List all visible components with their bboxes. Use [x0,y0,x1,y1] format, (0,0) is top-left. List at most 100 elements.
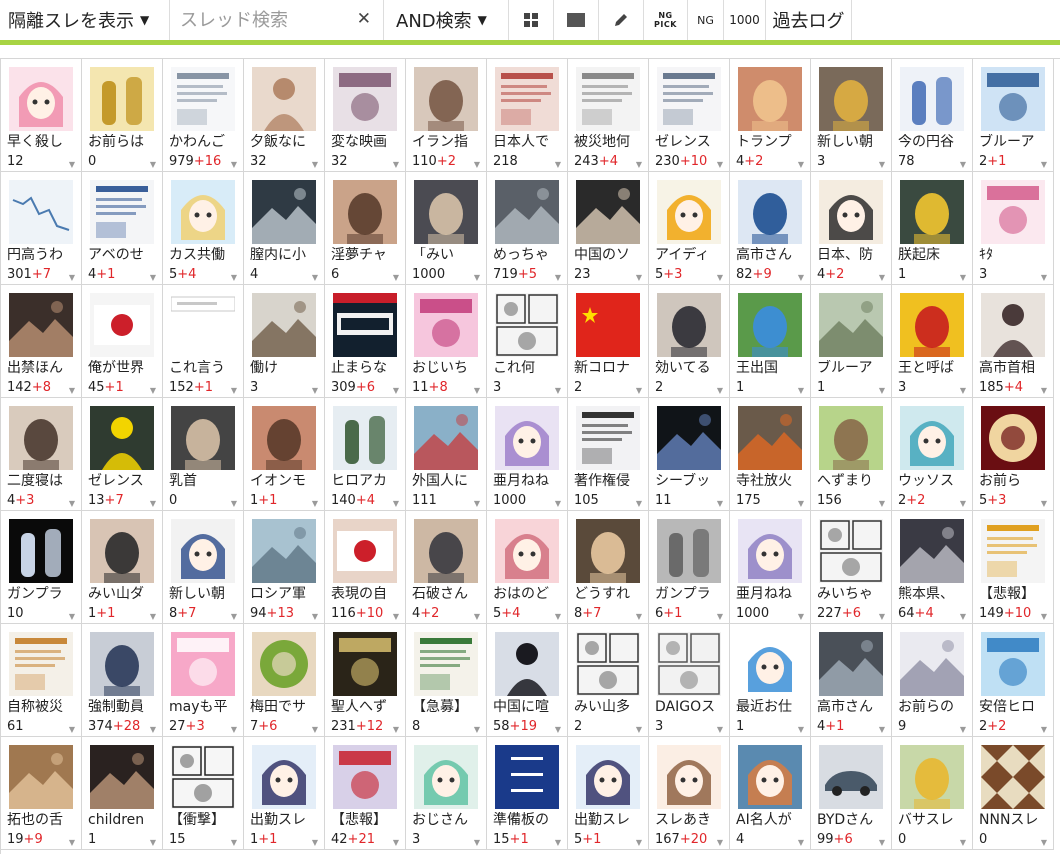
thread-thumbnail[interactable] [9,519,73,583]
thread-menu-icon[interactable]: ▼ [231,160,237,169]
thread-thumbnail[interactable] [576,632,640,696]
thread-title[interactable]: 日本、防 [817,247,889,264]
thread-thumbnail[interactable] [900,519,964,583]
thread-cell[interactable]: おじさん 3 ▼ [406,737,487,850]
thread-cell[interactable]: 膣内に小 4 ▼ [244,172,325,285]
thread-cell[interactable]: 乳首 0 ▼ [163,398,244,511]
thread-menu-icon[interactable]: ▼ [798,273,804,282]
thread-thumbnail[interactable] [90,745,154,809]
thread-thumbnail[interactable] [9,745,73,809]
thread-thumbnail[interactable] [900,67,964,131]
thread-menu-icon[interactable]: ▼ [717,499,723,508]
thread-title[interactable]: 【衝撃】 [169,812,241,829]
thread-cell[interactable]: みい山多 2 ▼ [568,624,649,737]
thread-thumbnail[interactable] [90,67,154,131]
thread-menu-icon[interactable]: ▼ [555,612,561,621]
thread-thumbnail[interactable] [900,180,964,244]
thread-thumbnail[interactable] [333,67,397,131]
thread-title[interactable]: 中国に喧 [493,699,565,716]
thread-thumbnail[interactable] [9,632,73,696]
thread-cell[interactable]: 二度寝は 4+3 ▼ [1,398,82,511]
thread-title[interactable]: 中国のソ [574,247,646,264]
thread-thumbnail[interactable] [252,293,316,357]
thread-thumbnail[interactable] [657,745,721,809]
thread-title[interactable]: 梅田でサ [250,699,322,716]
thread-cell[interactable]: 著作権侵 105 ▼ [568,398,649,511]
thread-thumbnail[interactable] [414,293,478,357]
thread-thumbnail[interactable] [981,180,1045,244]
thread-cell[interactable]: お前ら 5+3 ▼ [973,398,1054,511]
thread-cell[interactable]: 止まらな 309+6 ▼ [325,285,406,398]
thread-menu-icon[interactable]: ▼ [636,386,642,395]
thread-menu-icon[interactable]: ▼ [312,386,318,395]
thread-title[interactable]: 最近お仕 [736,699,808,716]
thread-thumbnail[interactable] [576,67,640,131]
thread-title[interactable]: 効いてる [655,360,727,377]
thread-menu-icon[interactable]: ▼ [960,612,966,621]
thread-title[interactable]: 出勤スレ [574,812,646,829]
thread-thumbnail[interactable] [252,745,316,809]
thread-title[interactable]: みい山多 [574,699,646,716]
thread-menu-icon[interactable]: ▼ [555,725,561,734]
thread-title[interactable]: ゼレンス [655,134,727,151]
clear-icon[interactable]: ✕ [357,9,371,29]
thread-thumbnail[interactable] [414,745,478,809]
thread-cell[interactable]: 安倍ヒロ 2+2 ▼ [973,624,1054,737]
thread-cell[interactable]: 石破さん 4+2 ▼ [406,511,487,624]
thread-cell[interactable]: 自称被災 61 ▼ [1,624,82,737]
thread-menu-icon[interactable]: ▼ [879,612,885,621]
thread-menu-icon[interactable]: ▼ [474,386,480,395]
thread-cell[interactable]: ロシア軍 94+13 ▼ [244,511,325,624]
thread-thumbnail[interactable] [495,180,559,244]
thread-thumbnail[interactable] [819,745,883,809]
thread-thumbnail[interactable] [900,293,964,357]
thread-title[interactable]: DAIGOス [655,699,727,716]
thread-thumbnail[interactable] [657,293,721,357]
thread-thumbnail[interactable] [576,745,640,809]
thread-cell[interactable]: ゼレンス 13+7 ▼ [82,398,163,511]
thread-cell[interactable]: 王出国 1 ▼ [730,285,811,398]
thread-cell[interactable]: イラン指 110+2 ▼ [406,59,487,172]
thread-menu-icon[interactable]: ▼ [150,612,156,621]
thread-title[interactable]: 止まらな [331,360,403,377]
thread-title[interactable]: 外国人に [412,473,484,490]
thread-cell[interactable]: ガンプラ 6+1 ▼ [649,511,730,624]
thread-thumbnail[interactable] [333,519,397,583]
ng-button[interactable]: NG [688,0,724,40]
thread-menu-icon[interactable]: ▼ [636,160,642,169]
thread-title[interactable]: どうすれ [574,586,646,603]
thread-menu-icon[interactable]: ▼ [636,725,642,734]
count-1000-button[interactable]: 1000 [724,0,766,40]
thread-menu-icon[interactable]: ▼ [555,499,561,508]
thread-cell[interactable]: 【衝撃】 15 ▼ [163,737,244,850]
thread-thumbnail[interactable] [9,406,73,470]
thread-title[interactable]: めっちゃ [493,247,565,264]
thread-cell[interactable]: NNNスレ 0 ▼ [973,737,1054,850]
thread-cell[interactable]: 表現の自 116+10 ▼ [325,511,406,624]
thread-thumbnail[interactable] [819,519,883,583]
thread-thumbnail[interactable] [414,632,478,696]
thread-menu-icon[interactable]: ▼ [474,612,480,621]
thread-menu-icon[interactable]: ▼ [393,160,399,169]
thread-title[interactable]: トランプ [736,134,808,151]
past-log-button[interactable]: 過去ログ [766,0,852,40]
thread-cell[interactable]: 王と呼ば 3 ▼ [892,285,973,398]
thread-menu-icon[interactable]: ▼ [717,160,723,169]
thread-title[interactable]: 朕起床 [898,247,970,264]
thread-cell[interactable]: 新コロナ 2 ▼ [568,285,649,398]
thread-menu-icon[interactable]: ▼ [150,499,156,508]
thread-cell[interactable]: ヒロアカ 140+4 ▼ [325,398,406,511]
thread-thumbnail[interactable] [171,632,235,696]
thread-cell[interactable]: スレあき 167+20 ▼ [649,737,730,850]
thread-cell[interactable]: 夕飯なに 32 ▼ [244,59,325,172]
search-mode-dropdown[interactable]: AND検索 ▼ [384,0,509,40]
thread-menu-icon[interactable]: ▼ [960,838,966,847]
thread-thumbnail[interactable] [981,67,1045,131]
thread-menu-icon[interactable]: ▼ [960,499,966,508]
thread-menu-icon[interactable]: ▼ [879,499,885,508]
thread-menu-icon[interactable]: ▼ [312,612,318,621]
thread-thumbnail[interactable] [495,745,559,809]
thread-title[interactable]: ガンプラ [655,586,727,603]
thread-cell[interactable]: 今の円谷 78 ▼ [892,59,973,172]
thread-thumbnail[interactable] [495,67,559,131]
